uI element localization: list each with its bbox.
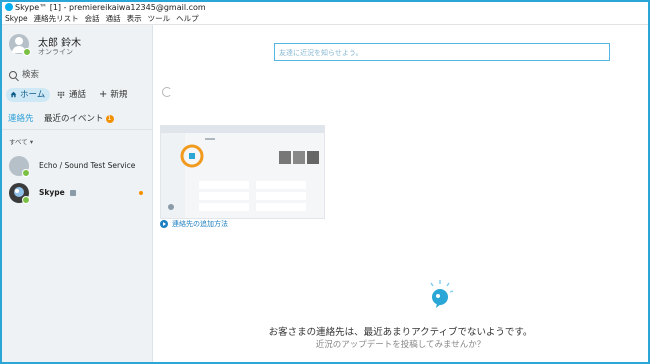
- main-panel: 友達に近況を知らせよう。 連絡先の追加方法 お客さまの連絡先は、最近あまりアクテ…: [153, 25, 648, 362]
- skype-window: Skype™ [1] - premiereikaiwa12345@gmail.c…: [0, 0, 650, 364]
- contact-item-echo[interactable]: Echo / Sound Test Service: [2, 154, 152, 178]
- online-status-icon: [22, 169, 30, 177]
- how-to-label: 連絡先の追加方法: [172, 220, 228, 228]
- home-icon: [10, 91, 17, 98]
- menu-item-help[interactable]: ヘルプ: [176, 13, 199, 24]
- nav-home-button[interactable]: ホーム: [6, 88, 50, 102]
- menu-item-view[interactable]: 表示: [127, 13, 142, 24]
- avatar[interactable]: [9, 34, 31, 56]
- search-icon: [9, 70, 17, 79]
- tab-recent-label: 最近のイベント: [44, 114, 104, 124]
- tutorial-screenshot-icon: [161, 126, 324, 218]
- chat-bubble-icon: [430, 280, 454, 308]
- verified-icon: [70, 190, 77, 196]
- search-input[interactable]: 検索: [9, 68, 149, 82]
- menu-item-skype[interactable]: Skype: [5, 13, 28, 24]
- title-bar: Skype™ [1] - premiereikaiwa12345@gmail.c…: [2, 2, 648, 13]
- nav-new-label: 新規: [110, 90, 128, 100]
- nav-calls-button[interactable]: 通話: [57, 88, 93, 102]
- menu-item-call[interactable]: 通話: [106, 13, 121, 24]
- unread-indicator-icon: [139, 191, 143, 195]
- menu-item-contacts[interactable]: 連絡先リスト: [34, 13, 79, 24]
- sidebar: 太郎 鈴木 オンライン 検索 ホーム 通話 + 新規 連絡先 最近のイベント 1…: [2, 25, 153, 362]
- dialpad-icon: [57, 91, 65, 98]
- nav-new-button[interactable]: + 新規: [99, 88, 139, 102]
- empty-state-submessage: 近況のアップデートを投稿してみませんか？: [315, 340, 486, 350]
- search-label: 検索: [22, 70, 40, 80]
- avatar: [9, 183, 30, 204]
- online-status-icon: [23, 48, 31, 56]
- window-title: Skype™ [1] - premiereikaiwa12345@gmail.c…: [15, 3, 206, 12]
- avatar: [9, 156, 30, 177]
- profile-status[interactable]: オンライン: [38, 47, 73, 57]
- contact-name: Echo / Sound Test Service: [39, 161, 136, 170]
- menu-bar: Skype 連絡先リスト 会話 通話 表示 ツール ヘルプ: [2, 13, 648, 25]
- online-status-icon: [22, 196, 30, 204]
- plus-icon: +: [99, 89, 108, 100]
- how-to-add-contacts-link[interactable]: 連絡先の追加方法: [160, 219, 228, 229]
- nav-home-label: ホーム: [20, 90, 46, 100]
- divider: [2, 129, 152, 130]
- contact-item-skype[interactable]: Skype: [2, 181, 152, 205]
- nav-calls-label: 通話: [69, 90, 87, 100]
- skype-logo-icon: [5, 2, 13, 11]
- status-update-input[interactable]: 友達に近況を知らせよう。: [274, 43, 610, 61]
- contact-name: Skype: [39, 188, 77, 197]
- avatar-head-icon: [15, 37, 23, 45]
- menu-item-tools[interactable]: ツール: [148, 13, 171, 24]
- menu-item-conversation[interactable]: 会話: [85, 13, 100, 24]
- contact-filter-dropdown[interactable]: すべて ▾: [9, 136, 33, 146]
- tab-recent-events[interactable]: 最近のイベント 1: [44, 112, 114, 124]
- loading-spinner-icon: [162, 87, 172, 97]
- play-icon: [160, 220, 168, 228]
- unread-count-badge: 1: [105, 114, 114, 123]
- empty-state-message: お客さまの連絡先は、最近あまりアクティブでないようです。: [268, 327, 533, 338]
- howto-video-thumbnail[interactable]: [160, 125, 325, 219]
- tab-contacts[interactable]: 連絡先: [8, 112, 34, 124]
